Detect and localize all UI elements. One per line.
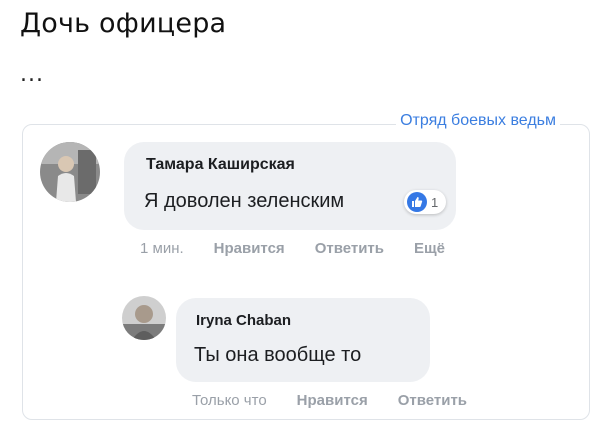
thumbs-up-icon [407,192,427,212]
reaction-count: 1 [431,194,439,210]
like-link[interactable]: Нравится [214,240,285,257]
post-ellipsis: ... [20,62,44,87]
reply-link[interactable]: Ответить [398,392,467,409]
more-link[interactable]: Ещё [414,240,445,257]
avatar[interactable] [40,142,100,202]
comment-author[interactable]: Тамара Каширская [146,156,295,174]
like-link[interactable]: Нравится [297,392,368,409]
comment-author[interactable]: Iryna Chaban [196,312,291,329]
post-title: Дочь офицера [20,8,227,39]
comment-time[interactable]: Только что [192,392,267,409]
avatar-photo-icon [40,142,100,202]
avatar-photo-icon [122,296,166,340]
reaction-badge[interactable]: 1 [404,190,447,214]
comment-time[interactable]: 1 мин. [140,240,184,257]
comment-bubble: Iryna Chaban Ты она вообще то [176,298,430,382]
comment-actions: 1 мин. Нравится Ответить Ещё [140,240,475,257]
reply-link[interactable]: Ответить [315,240,384,257]
comment-bubble: Тамара Каширская Я доволен зеленским [124,142,456,230]
avatar[interactable] [122,296,166,340]
comment-text: Ты она вообще то [194,344,362,366]
comment-actions: Только что Нравится Ответить [192,392,497,409]
group-label[interactable]: Отряд боевых ведьм [396,112,560,130]
comment-text: Я доволен зеленским [144,190,345,212]
